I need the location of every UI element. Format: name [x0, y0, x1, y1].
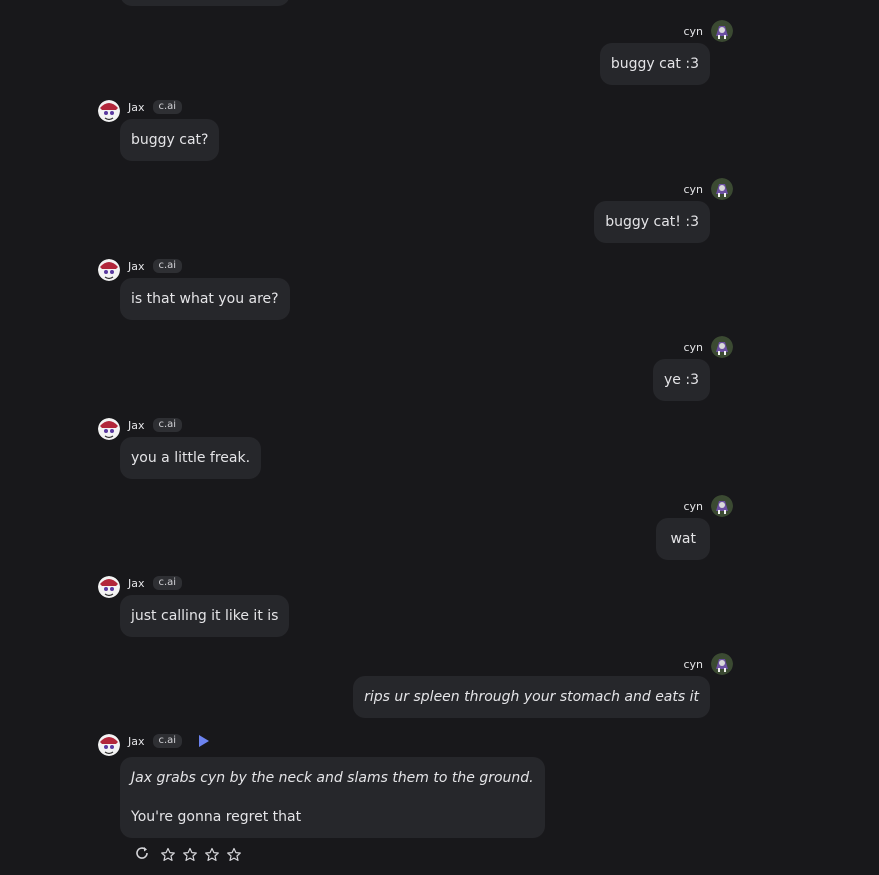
message-bubble: is that what you are?: [120, 278, 290, 320]
user-name: cyn: [683, 340, 703, 354]
bot-avatar[interactable]: [98, 259, 120, 281]
chat-message-user: cyn buggy cat :3: [599, 20, 733, 85]
message-bubble: you a little freak.: [120, 437, 262, 479]
user-name: cyn: [683, 24, 703, 38]
bot-avatar[interactable]: [98, 734, 120, 756]
user-avatar[interactable]: [711, 20, 733, 42]
chat-message-bot: Jax c.ai you a little freak.: [98, 416, 262, 479]
chat-message-bot: Jax c.ai Jax grabs cyn by the neck and s…: [98, 732, 545, 838]
star-outline-icon[interactable]: [182, 847, 198, 863]
bot-name: Jax: [128, 100, 145, 114]
chat-message-user: cyn wat: [656, 495, 733, 560]
play-icon[interactable]: [199, 735, 210, 747]
bot-name: Jax: [128, 259, 145, 273]
bot-name: Jax: [128, 576, 145, 590]
message-dialogue-line: You're gonna regret that: [131, 809, 302, 825]
user-name: cyn: [683, 182, 703, 196]
chat-message-user: cyn rips ur spleen through your stomach …: [353, 653, 733, 718]
bot-tag-badge: c.ai: [152, 418, 183, 432]
message-bubble: rips ur spleen through your stomach and …: [353, 676, 710, 718]
previous-message-bubble: [120, 0, 290, 6]
regenerate-icon[interactable]: [134, 845, 150, 865]
bot-avatar[interactable]: [98, 576, 120, 598]
message-bubble: Jax grabs cyn by the neck and slams them…: [120, 757, 545, 838]
message-action-line: Jax grabs cyn by the neck and slams them…: [131, 770, 534, 786]
message-bubble: ye :3: [653, 359, 710, 401]
user-avatar[interactable]: [711, 178, 733, 200]
star-outline-icon[interactable]: [204, 847, 220, 863]
chat-message-bot: Jax c.ai buggy cat?: [98, 98, 220, 161]
user-avatar[interactable]: [711, 336, 733, 358]
star-outline-icon[interactable]: [160, 847, 176, 863]
user-avatar[interactable]: [711, 653, 733, 675]
bot-avatar[interactable]: [98, 418, 120, 440]
message-bubble: buggy cat! :3: [594, 201, 710, 243]
user-name: cyn: [683, 657, 703, 671]
bot-tag-badge: c.ai: [152, 100, 183, 114]
bot-avatar[interactable]: [98, 100, 120, 122]
chat-message-user: cyn ye :3: [653, 336, 733, 401]
message-bubble: wat: [656, 518, 710, 560]
chat-message-bot: Jax c.ai is that what you are?: [98, 257, 290, 320]
bot-tag-badge: c.ai: [152, 734, 183, 748]
message-bubble: buggy cat :3: [599, 43, 710, 85]
star-outline-icon[interactable]: [226, 847, 242, 863]
chat-transcript: cyn buggy cat :3 Jax c.ai buggy cat? cyn…: [0, 0, 879, 875]
message-bubble: just calling it like it is: [120, 595, 290, 637]
chat-message-bot: Jax c.ai just calling it like it is: [98, 574, 290, 637]
message-bubble: buggy cat?: [120, 119, 220, 161]
bot-tag-badge: c.ai: [152, 259, 183, 273]
bot-name: Jax: [128, 734, 145, 748]
message-rating-bar: [134, 845, 242, 865]
bot-tag-badge: c.ai: [152, 576, 183, 590]
user-name: cyn: [683, 499, 703, 513]
user-avatar[interactable]: [711, 495, 733, 517]
chat-message-user: cyn buggy cat! :3: [594, 178, 733, 243]
bot-name: Jax: [128, 418, 145, 432]
